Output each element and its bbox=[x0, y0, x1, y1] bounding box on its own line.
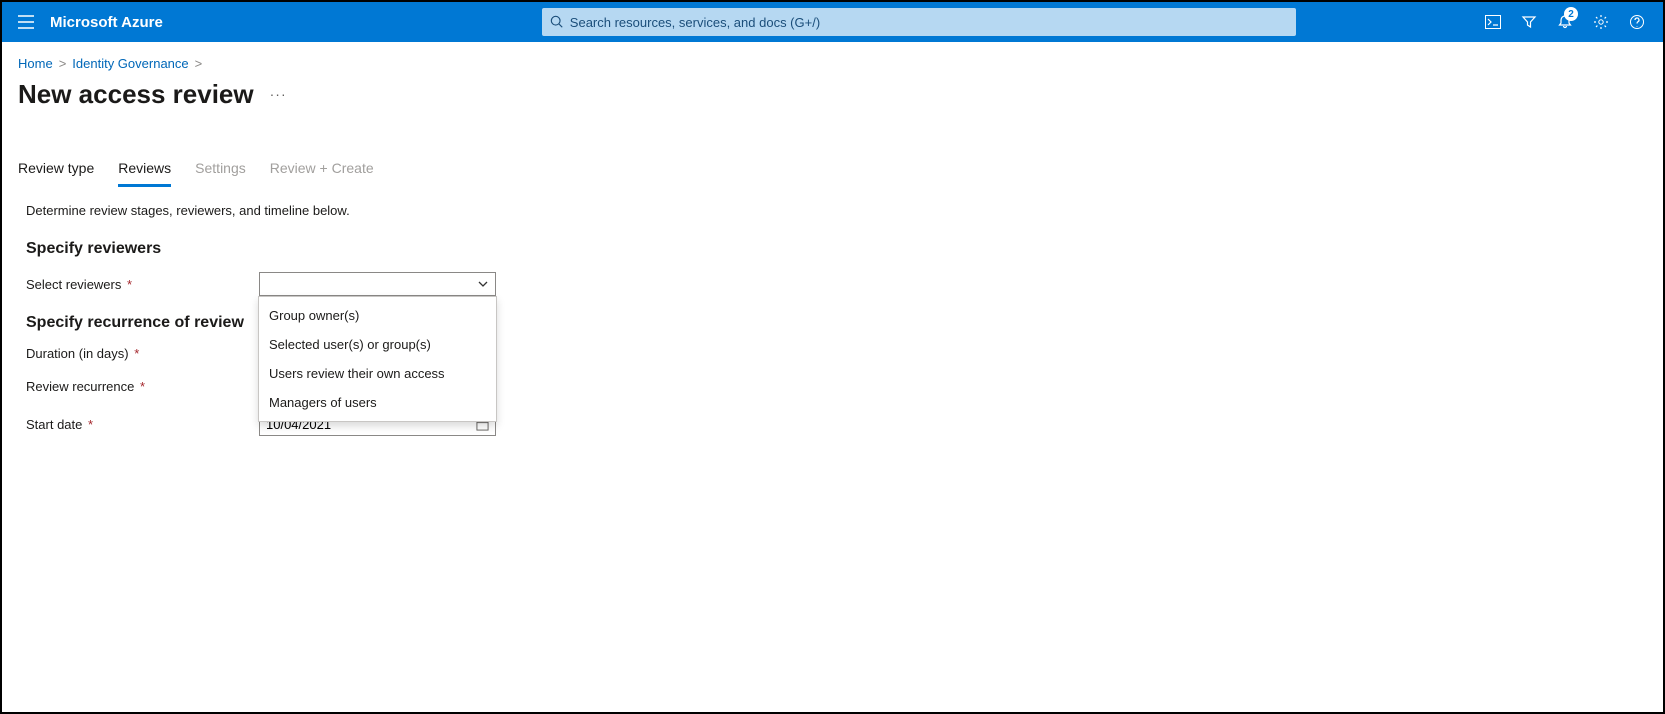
hamburger-icon bbox=[18, 15, 34, 29]
tab-review-create: Review + Create bbox=[270, 160, 374, 187]
label-start-date: Start date * bbox=[26, 417, 259, 432]
section-specify-reviewers: Specify reviewers bbox=[26, 240, 1639, 258]
dropdown-option-managers[interactable]: Managers of users bbox=[259, 388, 496, 417]
label-recurrence: Review recurrence * bbox=[26, 379, 259, 394]
brand-label: Microsoft Azure bbox=[50, 14, 187, 31]
more-actions-button[interactable]: ··· bbox=[270, 86, 287, 104]
chevron-down-icon bbox=[477, 278, 489, 290]
help-button[interactable] bbox=[1619, 2, 1655, 42]
notifications-button[interactable]: 2 bbox=[1547, 2, 1583, 42]
required-marker: * bbox=[136, 379, 145, 394]
search-container bbox=[542, 8, 1296, 36]
filter-icon bbox=[1521, 14, 1537, 30]
notification-badge: 2 bbox=[1564, 7, 1578, 21]
tab-review-type[interactable]: Review type bbox=[18, 160, 94, 187]
content-area: Determine review stages, reviewers, and … bbox=[2, 187, 1663, 470]
dropdown-option-own-access[interactable]: Users review their own access bbox=[259, 359, 496, 388]
directories-button[interactable] bbox=[1511, 2, 1547, 42]
label-select-reviewers: Select reviewers * bbox=[26, 277, 259, 292]
help-icon bbox=[1629, 14, 1645, 30]
label-duration: Duration (in days) * bbox=[26, 346, 259, 361]
breadcrumb: Home > Identity Governance > bbox=[2, 42, 1663, 71]
cloud-shell-button[interactable] bbox=[1475, 2, 1511, 42]
settings-button[interactable] bbox=[1583, 2, 1619, 42]
required-marker: * bbox=[84, 417, 93, 432]
gear-icon bbox=[1593, 14, 1609, 30]
dropdown-list: Group owner(s) Selected user(s) or group… bbox=[258, 296, 497, 422]
dropdown-control[interactable] bbox=[259, 272, 496, 296]
required-marker: * bbox=[131, 346, 140, 361]
tab-reviews[interactable]: Reviews bbox=[118, 160, 171, 187]
breadcrumb-separator: > bbox=[59, 56, 67, 71]
breadcrumb-home[interactable]: Home bbox=[18, 56, 53, 71]
cloud-shell-icon bbox=[1485, 15, 1501, 29]
dropdown-option-selected-users[interactable]: Selected user(s) or group(s) bbox=[259, 330, 496, 359]
description-text: Determine review stages, reviewers, and … bbox=[26, 203, 1639, 218]
page-title: New access review bbox=[18, 79, 254, 110]
page-title-row: New access review ··· bbox=[2, 71, 1663, 114]
top-bar: Microsoft Azure 2 bbox=[2, 2, 1663, 42]
select-reviewers-dropdown[interactable]: Group owner(s) Selected user(s) or group… bbox=[259, 272, 496, 296]
breadcrumb-separator: > bbox=[195, 56, 203, 71]
required-marker: * bbox=[123, 277, 132, 292]
row-select-reviewers: Select reviewers * Group owner(s) Select… bbox=[26, 272, 1639, 296]
tab-settings: Settings bbox=[195, 160, 246, 187]
topbar-actions: 2 bbox=[1475, 2, 1663, 42]
menu-button[interactable] bbox=[2, 15, 50, 29]
search-icon bbox=[550, 15, 564, 29]
global-search[interactable] bbox=[542, 8, 1296, 36]
tab-strip: Review type Reviews Settings Review + Cr… bbox=[2, 114, 1663, 187]
breadcrumb-identity-governance[interactable]: Identity Governance bbox=[72, 56, 188, 71]
search-input[interactable] bbox=[570, 15, 1288, 30]
dropdown-option-group-owners[interactable]: Group owner(s) bbox=[259, 301, 496, 330]
